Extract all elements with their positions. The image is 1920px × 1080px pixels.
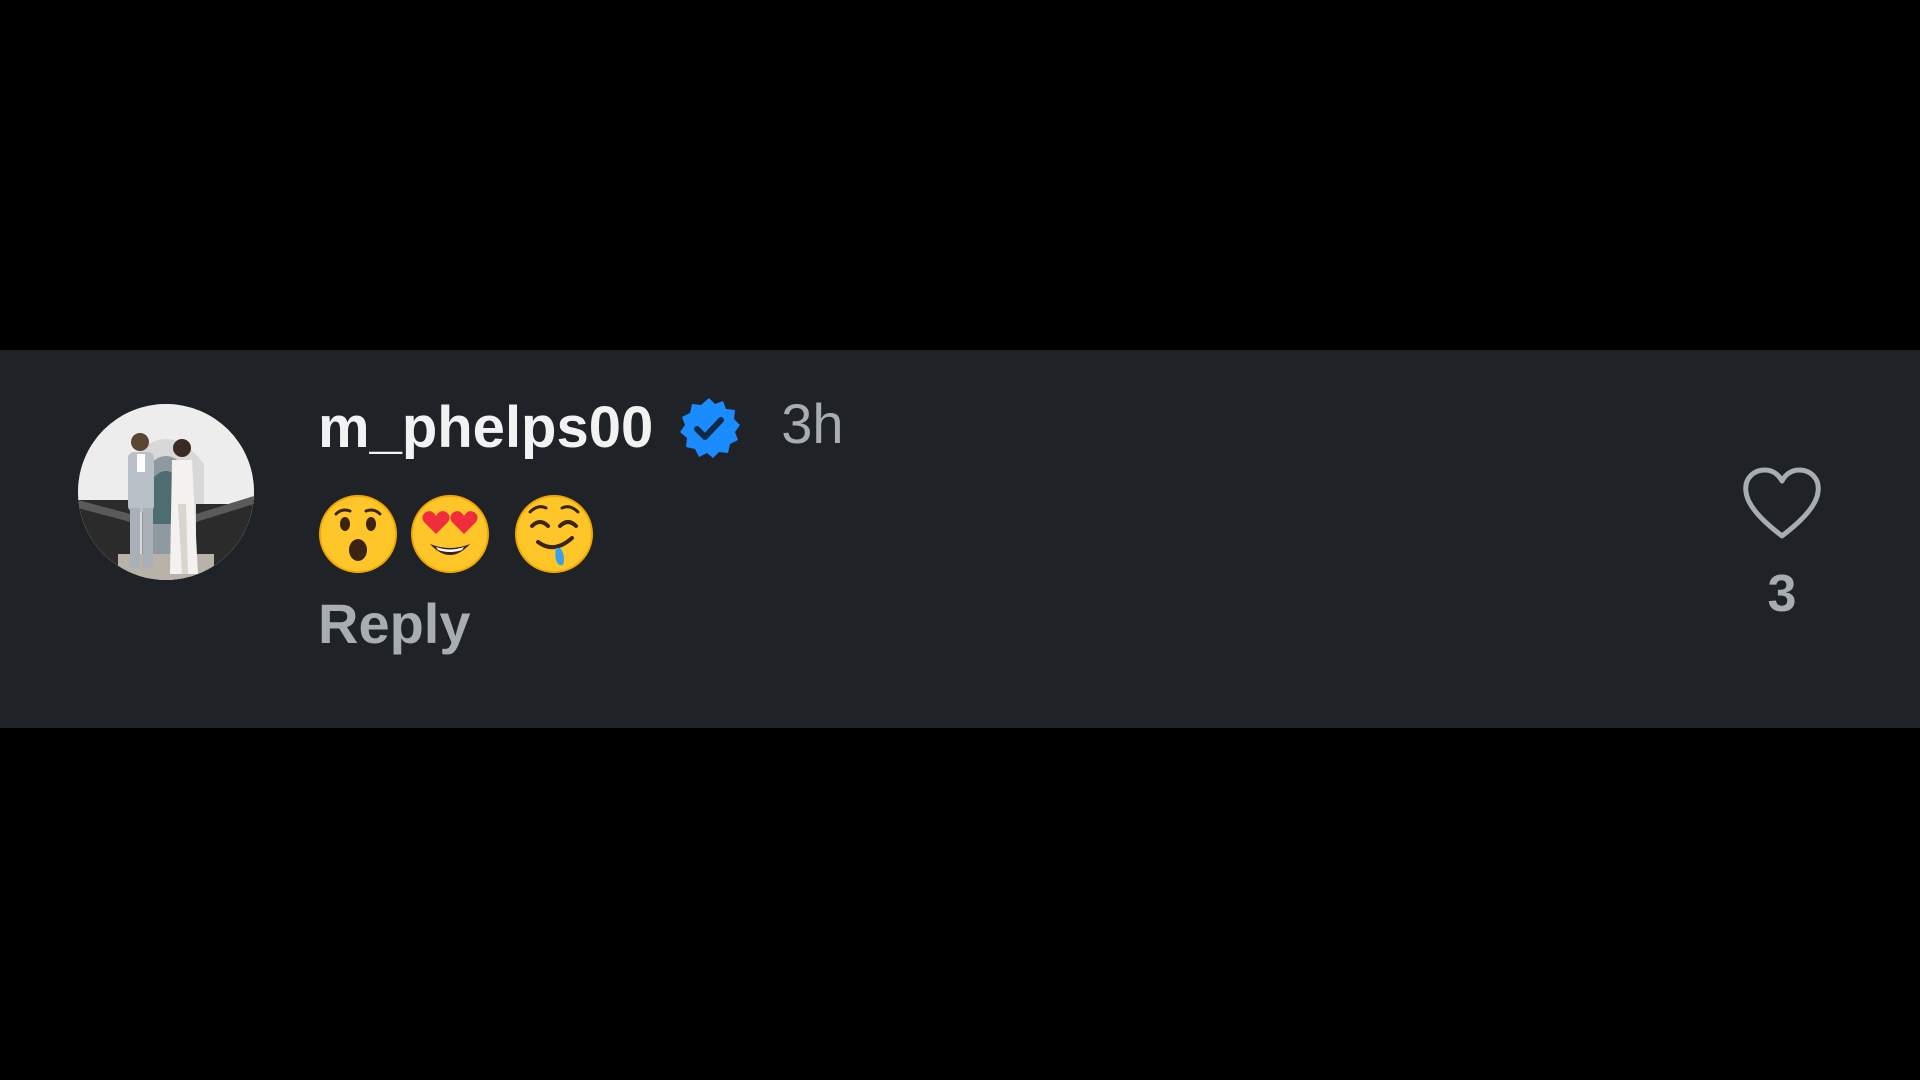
screen: m_phelps00 3h Reply 3 (0, 0, 1920, 1080)
comment-text (318, 486, 594, 582)
username-link[interactable]: m_phelps00 (318, 399, 653, 457)
avatar-photo (78, 404, 254, 580)
verified-badge-icon (677, 396, 741, 460)
heart-eyes-emoji (410, 494, 490, 574)
avatar[interactable] (78, 404, 254, 580)
like-control: 3 (1740, 466, 1824, 620)
heart-icon[interactable] (1740, 466, 1824, 542)
drooling-face-emoji (514, 494, 594, 574)
like-count: 3 (1767, 565, 1797, 623)
comment-item: m_phelps00 3h Reply 3 (0, 350, 1920, 728)
reply-button[interactable]: Reply (318, 596, 471, 652)
timestamp: 3h (781, 392, 844, 455)
comment-header: m_phelps00 3h (318, 392, 844, 464)
astonished-face-emoji (318, 494, 398, 574)
